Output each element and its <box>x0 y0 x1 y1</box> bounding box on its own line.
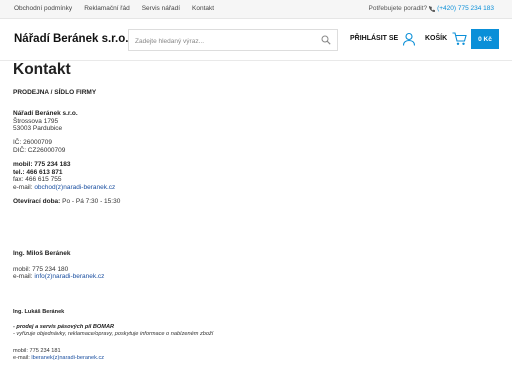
section-heading: PRODEJNA / SÍDLO FIRMY <box>13 89 97 96</box>
search-icon[interactable] <box>321 35 331 45</box>
company-fax: fax: 466 615 755 <box>13 176 62 184</box>
top-link-service[interactable]: Servis nářadí <box>142 5 180 12</box>
company-contacts: mobil: 775 234 183 tel.: 466 613 871 fax… <box>13 161 493 192</box>
person1-email-link[interactable]: info(z)naradi-beranek.cz <box>34 273 104 280</box>
company-ic: IČ: 26000709 <box>13 139 53 147</box>
user-icon[interactable] <box>402 32 416 46</box>
top-link-complaints[interactable]: Reklamační řád <box>84 5 130 12</box>
person2-contacts: mobil: 775 234 181 e-mail: lberanek(z)na… <box>13 348 493 362</box>
person2-duties: - vyřizuje objednávky, reklamace/opravy,… <box>13 331 214 338</box>
opening-hours: Otevírací doba: Po - Pá 7:30 - 15:30 <box>13 198 493 206</box>
search-box <box>128 29 338 52</box>
top-bar: Obchodní podmínky Reklamační řád Servis … <box>0 0 512 19</box>
top-help: Potřebujete poradit? (+420) 775 234 183 <box>369 5 494 12</box>
help-phone[interactable]: (+420) 775 234 183 <box>437 5 494 12</box>
person2-role: - prodej a servis pásových pil BOMAR - v… <box>13 324 493 338</box>
company-ids: IČ: 26000709 DIČ: CZ26000709 <box>13 139 493 155</box>
top-links: Obchodní podmínky Reklamační řád Servis … <box>14 5 214 12</box>
company-street: Štrossova 1795 <box>13 117 59 125</box>
login-link[interactable]: PŘIHLÁSIT SE <box>350 35 398 42</box>
person1-email-row: e-mail: info(z)naradi-beranek.cz <box>13 273 493 281</box>
company-mobile: mobil: 775 234 183 <box>13 160 71 168</box>
person2-name: Ing. Lukáš Beránek <box>13 309 65 316</box>
logo[interactable]: Nářadí Beránek s.r.o. <box>14 33 128 45</box>
person1-mobile: mobil: 775 234 180 <box>13 265 69 273</box>
person2-email-row: e-mail: lberanek(z)naradi-beranek.cz <box>13 355 493 362</box>
search-input[interactable] <box>129 31 309 52</box>
header: Nářadí Beránek s.r.o. PŘIHLÁSIT SE KOŠÍK… <box>0 19 512 61</box>
page-title: Kontakt <box>13 61 71 78</box>
email-label: e-mail: <box>13 355 32 362</box>
help-text: Potřebujete poradit? <box>368 5 428 12</box>
email-label: e-mail: <box>13 273 35 281</box>
company-name: Nářadí Beránek s.r.o. <box>13 109 78 117</box>
person1-name: Ing. Miloš Beránek <box>13 249 71 257</box>
company-dic: DIČ: CZ26000709 <box>13 146 66 154</box>
company-email-link[interactable]: obchod(z)naradi-beranek.cz <box>34 184 115 191</box>
company-city: 53003 Pardubice <box>13 125 63 133</box>
cart-label[interactable]: KOŠÍK <box>425 35 447 42</box>
hours-value: Po - Pá 7:30 - 15:30 <box>60 197 121 205</box>
person2-email-link[interactable]: lberanek(z)naradi-beranek.cz <box>31 355 104 361</box>
top-link-contact[interactable]: Kontakt <box>192 5 214 12</box>
company-tel: tel.: 466 613 871 <box>13 168 63 176</box>
person2-mobile: mobil: 775 234 181 <box>13 348 61 355</box>
phone-icon <box>429 5 436 12</box>
top-link-terms[interactable]: Obchodní podmínky <box>14 5 72 12</box>
email-label: e-mail: <box>13 184 35 192</box>
company-email-row: e-mail: obchod(z)naradi-beranek.cz <box>13 184 493 192</box>
cart-icon[interactable] <box>452 32 467 46</box>
hours-label: Otevírací doba: <box>13 197 61 205</box>
company-address: Nářadí Beránek s.r.o. Štrossova 1795 530… <box>13 110 493 133</box>
person1-contacts: mobil: 775 234 180 e-mail: info(z)naradi… <box>13 266 493 282</box>
cart-total-button[interactable]: 0 Kč <box>471 29 499 49</box>
contact-content: Kontakt PRODEJNA / SÍDLO FIRMY Nářadí Be… <box>13 61 493 362</box>
person2-role-line: - prodej a servis pásových pil BOMAR <box>13 324 115 331</box>
